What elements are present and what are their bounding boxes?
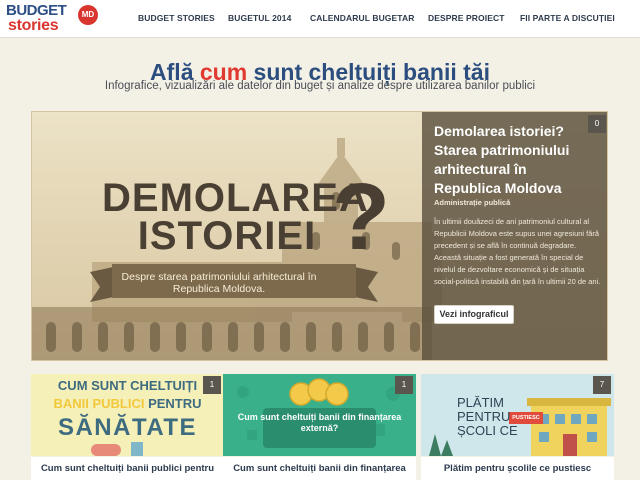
comment-count-badge: 7 bbox=[593, 376, 611, 394]
nav-bugetul-2014[interactable]: BUGETUL 2014 bbox=[228, 13, 291, 23]
logo-md-badge: MD bbox=[78, 5, 98, 25]
image-title-line-1: DEMOLAREA bbox=[102, 176, 369, 220]
story-card-schools[interactable]: PLĂTIM PENTRU ȘCOLI CE PUSTIESC 7 Plătim… bbox=[421, 374, 614, 480]
featured-category[interactable]: Administrație publică bbox=[434, 198, 510, 207]
nav-budget-stories[interactable]: BUDGET STORIES bbox=[138, 13, 215, 23]
card-image-external-funding: Cum sunt cheltuiți banii din finanțarea … bbox=[223, 374, 416, 456]
card-image-schools: PLĂTIM PENTRU ȘCOLI CE PUSTIESC bbox=[421, 374, 614, 456]
card-art-text: Cum sunt cheltuiți banii din finanțarea … bbox=[237, 412, 402, 433]
comment-count-badge: 1 bbox=[395, 376, 413, 394]
budget-stories-logo[interactable]: BUDGET stories MD bbox=[6, 3, 102, 35]
comment-count-badge: 1 bbox=[203, 376, 221, 394]
story-card-health[interactable]: CUM SUNT CHELTUIȚI BANII PUBLICI PENTRU … bbox=[31, 374, 224, 480]
top-navigation-bar: BUDGET stories MD BUDGET STORIES BUGETUL… bbox=[0, 0, 640, 38]
image-question-mark: ? bbox=[332, 164, 391, 270]
nav-fii-parte-a-discutiei[interactable]: FII PARTE A DISCUȚIEI bbox=[520, 13, 615, 23]
featured-info-panel: 0 Demolarea istoriei? Starea patrimoniul… bbox=[422, 112, 607, 360]
nav-despre-proiect[interactable]: DESPRE PROIECT bbox=[428, 13, 505, 23]
featured-title[interactable]: Demolarea istoriei? Starea patrimoniului… bbox=[434, 122, 594, 198]
pill-icon bbox=[91, 442, 143, 456]
image-ribbon-text: Despre starea patrimoniului arhitectural… bbox=[121, 271, 317, 295]
card-caption[interactable]: Cum sunt cheltuiți banii publici pentru bbox=[31, 457, 224, 480]
story-card-external-funding[interactable]: Cum sunt cheltuiți banii din finanțarea … bbox=[223, 374, 416, 480]
page-subtitle: Infografice, vizualizări ale datelor din… bbox=[104, 80, 536, 92]
card-image-health: CUM SUNT CHELTUIȚI BANII PUBLICI PENTRU … bbox=[31, 374, 224, 456]
view-infographic-button[interactable]: Vezi infograficul bbox=[434, 305, 514, 324]
nav-calendarul-bugetar[interactable]: CALENDARUL BUGETAR bbox=[310, 13, 414, 23]
coins-icon bbox=[289, 378, 349, 406]
card-caption[interactable]: Cum sunt cheltuiți banii din finanțarea bbox=[223, 457, 416, 480]
image-title-line-2: ISTORIEI bbox=[137, 214, 317, 258]
featured-description: În ultimii douăzeci de ani patrimoniul c… bbox=[434, 217, 601, 286]
logo-line-2: stories bbox=[8, 17, 59, 34]
card-art-sign: PUSTIESC bbox=[512, 415, 540, 421]
featured-infographic[interactable]: DEMOLAREA ISTORIEI ? Despre starea patri… bbox=[31, 111, 608, 361]
card-caption[interactable]: Plătim pentru școlile ce pustiesc bbox=[421, 457, 614, 480]
